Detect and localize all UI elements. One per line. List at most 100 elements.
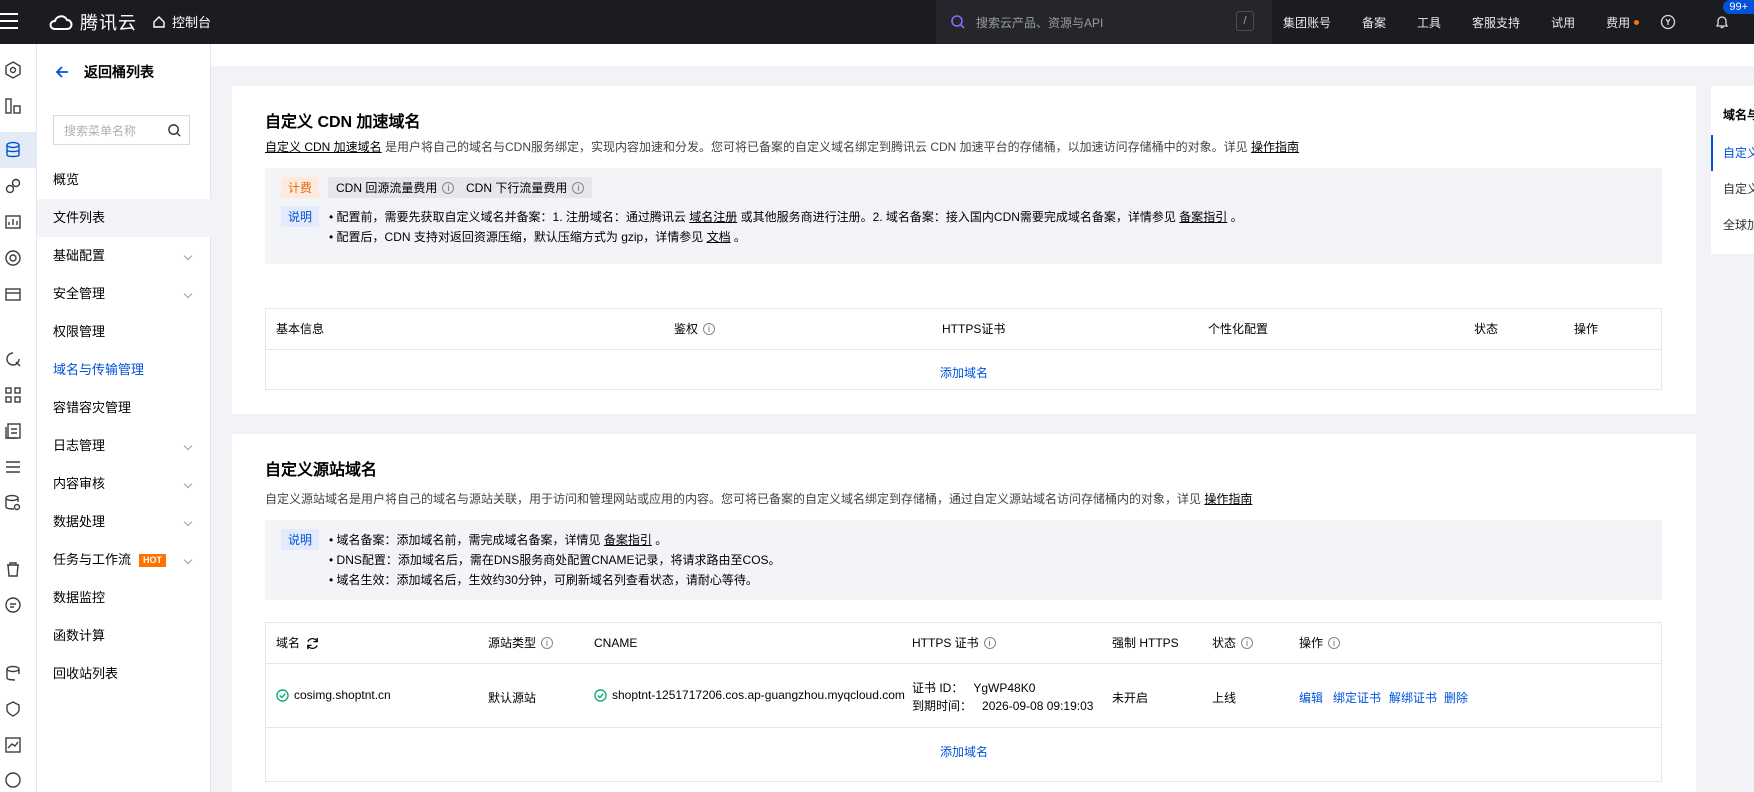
cdn-domain-table: 基本信息 鉴权 i HTTPS证书 个性化配置 状态 操作 添加域名 [265, 308, 1662, 390]
sidebar-item-content-review[interactable]: 内容审核 [37, 465, 211, 503]
global-search[interactable]: 搜索云产品、资源与API / [936, 0, 1272, 44]
chip-label: CDN 下行流量费用 [466, 181, 568, 195]
sidebar-item-data-processing[interactable]: 数据处理 [37, 503, 211, 541]
nav-group-account[interactable]: 集团账号 [1283, 14, 1331, 31]
product-hexagon-icon[interactable] [4, 61, 22, 79]
top-bar: 腾讯云 控制台 搜索云产品、资源与API / 集团账号 备案 工具 客服支持 试… [0, 0, 1754, 44]
database-icon[interactable] [4, 141, 22, 159]
list-icon[interactable] [4, 458, 22, 476]
shield-icon[interactable] [4, 700, 22, 718]
cdn-add-domain-button[interactable]: 添加域名 [940, 364, 988, 381]
bell-icon[interactable] [1714, 14, 1730, 30]
anchor-cdn[interactable]: 自定义 [1723, 144, 1754, 161]
sidebar-item-label: 基础配置 [53, 248, 106, 263]
back-to-bucket-list[interactable]: 返回桶列表 [54, 62, 154, 82]
origin-add-domain-button[interactable]: 添加域名 [940, 743, 988, 760]
origin-note-line-3: • 域名生效：添加域名后，生效约30分钟，可刷新域名列查看状态，请耐心等待。 [329, 573, 758, 587]
sidebar-item-recycle-bin[interactable]: 回收站列表 [37, 655, 211, 693]
sidebar-item-disaster-recovery[interactable]: 容错容灾管理 [37, 389, 211, 427]
filing-guide-link[interactable]: 备案指引 [1179, 210, 1227, 224]
anchor-title: 域名与 [1723, 108, 1754, 122]
sidebar-item-overview[interactable]: 概览 [37, 161, 211, 199]
info-icon[interactable]: i [1241, 637, 1254, 649]
force-https-cell: 未开启 [1112, 691, 1149, 705]
delete-button[interactable]: 删除 [1444, 689, 1468, 706]
check-circle-icon [276, 688, 289, 702]
refresh-icon[interactable] [305, 636, 320, 651]
bind-cert-button[interactable]: 绑定证书 [1333, 689, 1381, 706]
logo[interactable]: 腾讯云 [48, 9, 137, 35]
sidebar-item-functions[interactable]: 函数计算 [37, 617, 211, 655]
bucket-sidebar: 返回桶列表 搜索菜单名称 概览 文件列表 基础配置 安全管理 权限管理 域名与传… [37, 44, 211, 792]
trash-icon[interactable] [4, 560, 22, 578]
sidebar-item-tasks-workflow[interactable]: 任务与工作流 HOT [37, 541, 211, 579]
layers-icon[interactable] [4, 422, 22, 440]
cdn-downstream-fee-chip[interactable]: CDN 下行流量费用 i [458, 177, 593, 198]
box-icon[interactable] [4, 285, 22, 303]
cert-expire-cell: 到期时间： 2026-09-08 09:19:03 [912, 697, 1093, 714]
note-text: 。 [1227, 210, 1243, 224]
cdn-origin-fee-chip[interactable]: CDN 回源流量费用 i [328, 177, 463, 198]
search-icon [168, 124, 181, 137]
col-origin-type: 源站类型 i [488, 623, 554, 663]
sidebar-item-label: 回收站列表 [53, 666, 119, 681]
grid-icon[interactable] [4, 386, 22, 404]
anchor-nav: 域名与 自定义 自定义 全球加 [1711, 86, 1754, 254]
sidebar-item-label: 函数计算 [53, 628, 106, 643]
filing-guide-link[interactable]: 备案指引 [604, 533, 652, 547]
anchor-global[interactable]: 全球加 [1723, 216, 1754, 233]
info-icon[interactable]: i [1328, 637, 1341, 649]
cdn-guide-link[interactable]: 操作指南 [1251, 140, 1299, 154]
sidebar-item-logs[interactable]: 日志管理 [37, 427, 211, 465]
nav-trial[interactable]: 试用 [1551, 14, 1575, 31]
anchor-active-bar [1711, 135, 1713, 171]
menu-search-input[interactable]: 搜索菜单名称 [53, 115, 190, 145]
cert-id-value: YgWP48K0 [973, 681, 1036, 695]
chat-search-icon[interactable] [4, 596, 22, 614]
nav-support[interactable]: 客服支持 [1472, 14, 1520, 31]
database-search-icon[interactable] [4, 494, 22, 512]
nav-billing[interactable]: 费用 [1606, 14, 1630, 31]
domain-value: cosimg.shoptnt.cn [294, 688, 391, 702]
doc-link[interactable]: 文档 [707, 230, 731, 244]
info-icon[interactable]: i [541, 637, 554, 649]
refresh-search-icon[interactable] [4, 350, 22, 368]
note-text: 。 [730, 230, 746, 244]
sidebar-item-basic-config[interactable]: 基础配置 [37, 237, 211, 275]
nav-filing[interactable]: 备案 [1362, 14, 1386, 31]
check-circle-icon [594, 688, 607, 702]
home-icon [153, 15, 165, 28]
monitor-icon[interactable] [4, 213, 22, 231]
anchor-origin[interactable]: 自定义 [1723, 180, 1754, 197]
tencent-cloud-logo-icon [49, 15, 73, 30]
cdn-desc-link[interactable]: 自定义 CDN 加速域名 [265, 140, 382, 154]
origin-desc-text: 自定义源站域名是用户将自己的域名与源站关联，用于访问和管理网站或应用的内容。您可… [265, 492, 1205, 506]
nav-tools[interactable]: 工具 [1417, 14, 1441, 31]
question-icon[interactable] [4, 771, 22, 789]
domain-register-link[interactable]: 域名注册 [689, 210, 737, 224]
sidebar-menu: 概览 文件列表 基础配置 安全管理 权限管理 域名与传输管理 容错容灾管理 日志… [37, 161, 211, 693]
link-icon[interactable] [4, 177, 22, 195]
menu-icon[interactable] [0, 13, 20, 29]
sidebar-item-security[interactable]: 安全管理 [37, 275, 211, 313]
info-icon[interactable]: i [703, 323, 716, 335]
edit-button[interactable]: 编辑 [1299, 689, 1323, 706]
info-icon[interactable]: i [983, 637, 996, 649]
arrow-left-icon [55, 66, 68, 78]
coin-icon[interactable] [1660, 14, 1676, 30]
target-icon[interactable] [4, 249, 22, 267]
origin-guide-link[interactable]: 操作指南 [1204, 492, 1252, 506]
database-settings-icon[interactable] [4, 665, 22, 683]
sidebar-item-file-list[interactable]: 文件列表 [37, 199, 211, 237]
console-link[interactable]: 控制台 [152, 12, 211, 31]
sidebar-item-permissions[interactable]: 权限管理 [37, 313, 211, 351]
chevron-down-icon [183, 289, 193, 299]
sidebar-item-data-monitor[interactable]: 数据监控 [37, 579, 211, 617]
chart-icon[interactable] [4, 736, 22, 754]
hot-badge: HOT [139, 554, 167, 568]
sidebar-item-label: 概览 [53, 172, 80, 187]
dashboard-icon[interactable] [4, 97, 22, 115]
sidebar-item-domain-transfer[interactable]: 域名与传输管理 [37, 351, 211, 389]
main-content: 自定义 CDN 加速域名 自定义 CDN 加速域名 是用户将自己的域名与CDN服… [211, 44, 1754, 792]
unbind-cert-button[interactable]: 解绑证书 [1389, 689, 1437, 706]
